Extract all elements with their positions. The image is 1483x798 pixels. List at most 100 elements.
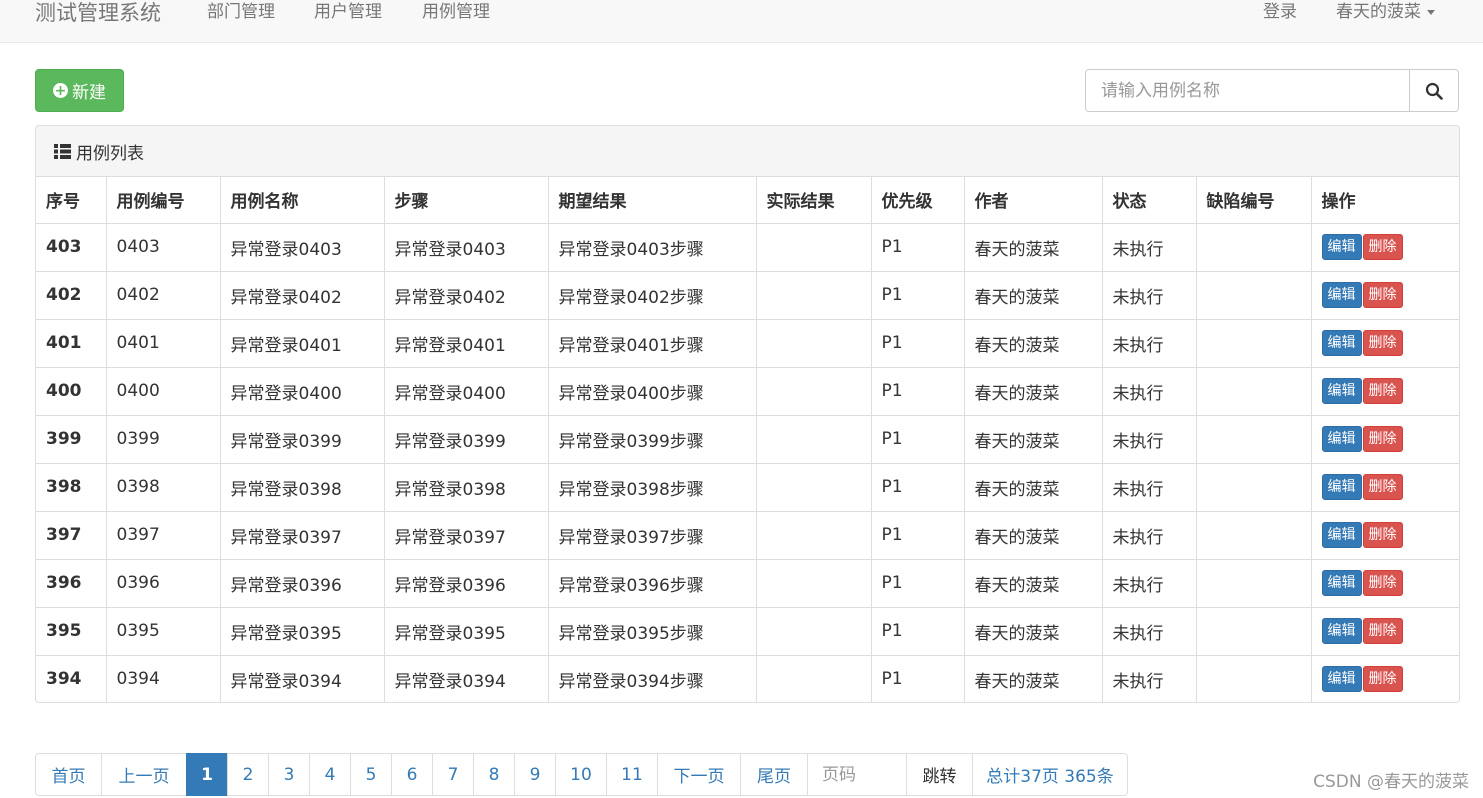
nav-login[interactable]: 登录	[1263, 0, 1297, 24]
cell-name: 异常登录0394	[220, 654, 385, 702]
cell-author: 春天的菠菜	[964, 414, 1103, 463]
cell-expected: 异常登录0398步骤	[548, 462, 757, 511]
col-header-bug[interactable]: 缺陷编号	[1196, 177, 1312, 224]
edit-button[interactable]: 编辑	[1321, 426, 1362, 452]
cell-actions: 编辑 删除	[1311, 510, 1459, 559]
col-header-index[interactable]: 序号	[36, 177, 107, 224]
col-header-actual[interactable]: 实际结果	[756, 177, 872, 224]
col-header-code[interactable]: 用例编号	[106, 177, 221, 224]
page-first[interactable]: 首页	[35, 753, 102, 796]
table-row: 399 0399 异常登录0399 异常登录0399 异常登录0399步骤 P1 春天的菠菜…	[36, 414, 1459, 463]
page-number-6[interactable]: 6	[391, 753, 433, 796]
cell-actions: 编辑 删除	[1311, 222, 1459, 271]
cell-priority: P1	[871, 606, 965, 655]
delete-button[interactable]: 删除	[1362, 570, 1403, 596]
cell-index: 394	[36, 654, 107, 702]
edit-button[interactable]: 编辑	[1321, 234, 1362, 260]
page-jump-button[interactable]: 跳转	[906, 753, 973, 796]
page-number-10[interactable]: 10	[555, 753, 607, 796]
edit-button[interactable]: 编辑	[1321, 378, 1362, 404]
page-number-9[interactable]: 9	[514, 753, 556, 796]
table-body: 403 0403 异常登录0403 异常登录0403 异常登录0403步骤 P1 春天的菠菜…	[36, 222, 1459, 702]
delete-button[interactable]: 删除	[1362, 618, 1403, 644]
brand-title[interactable]: 测试管理系统	[35, 0, 161, 28]
cell-priority: P1	[871, 222, 965, 271]
case-list-panel: 用例列表 序号 用例编号 用例名称 步骤 期望结果 实际结果 优先级 作者 状态…	[35, 125, 1460, 703]
search-input[interactable]	[1085, 69, 1410, 112]
cell-name: 异常登录0396	[220, 558, 385, 607]
cell-expected: 异常登录0394步骤	[548, 654, 757, 702]
page-last[interactable]: 尾页	[740, 753, 808, 796]
pagination: 首页 上一页 1234567891011 下一页 尾页 跳转 总计37页 365…	[35, 753, 1128, 796]
cell-expected: 异常登录0399步骤	[548, 414, 757, 463]
cell-actions: 编辑 删除	[1311, 558, 1459, 607]
cell-code: 0403	[106, 222, 221, 271]
page-number-7[interactable]: 7	[432, 753, 474, 796]
page-number-4[interactable]: 4	[309, 753, 351, 796]
table-row: 394 0394 异常登录0394 异常登录0394 异常登录0394步骤 P1 春天的菠菜…	[36, 654, 1459, 702]
edit-button[interactable]: 编辑	[1321, 570, 1362, 596]
cell-actions: 编辑 删除	[1311, 414, 1459, 463]
edit-button[interactable]: 编辑	[1321, 330, 1362, 356]
cell-author: 春天的菠菜	[964, 510, 1103, 559]
cell-index: 398	[36, 462, 107, 511]
cell-step: 异常登录0397	[384, 510, 549, 559]
cell-name: 异常登录0399	[220, 414, 385, 463]
edit-button[interactable]: 编辑	[1321, 666, 1362, 693]
search-button[interactable]	[1409, 69, 1459, 112]
cell-name: 异常登录0401	[220, 318, 385, 367]
nav-cases[interactable]: 用例管理	[422, 0, 490, 24]
edit-button[interactable]: 编辑	[1321, 474, 1362, 500]
cell-status: 未执行	[1102, 414, 1197, 463]
page-number-8[interactable]: 8	[473, 753, 515, 796]
cell-index: 395	[36, 606, 107, 655]
edit-button[interactable]: 编辑	[1321, 618, 1362, 644]
cell-index: 396	[36, 558, 107, 607]
cell-actual	[756, 558, 872, 607]
user-menu[interactable]: 春天的菠菜	[1336, 0, 1435, 24]
cell-status: 未执行	[1102, 318, 1197, 367]
page-number-5[interactable]: 5	[350, 753, 392, 796]
table-row: 403 0403 异常登录0403 异常登录0403 异常登录0403步骤 P1 春天的菠菜…	[36, 222, 1459, 271]
cell-author: 春天的菠菜	[964, 654, 1103, 702]
delete-button[interactable]: 删除	[1362, 522, 1403, 548]
cell-actions: 编辑 删除	[1311, 366, 1459, 415]
col-header-expected[interactable]: 期望结果	[548, 177, 757, 224]
page-number-1[interactable]: 1	[186, 753, 228, 796]
col-header-priority[interactable]: 优先级	[871, 177, 965, 224]
page-number-11[interactable]: 11	[606, 753, 658, 796]
delete-button[interactable]: 删除	[1362, 474, 1403, 500]
col-header-author[interactable]: 作者	[964, 177, 1103, 224]
cell-index: 403	[36, 222, 107, 271]
edit-button[interactable]: 编辑	[1321, 282, 1362, 308]
col-header-actions[interactable]: 操作	[1311, 177, 1459, 224]
delete-button[interactable]: 删除	[1362, 330, 1403, 356]
delete-button[interactable]: 删除	[1362, 666, 1403, 693]
cell-code: 0394	[106, 654, 221, 702]
nav-users[interactable]: 用户管理	[314, 0, 382, 24]
col-header-step[interactable]: 步骤	[384, 177, 549, 224]
page-next[interactable]: 下一页	[657, 753, 741, 796]
col-header-status[interactable]: 状态	[1102, 177, 1197, 224]
delete-button[interactable]: 删除	[1362, 378, 1403, 404]
page-prev[interactable]: 上一页	[101, 753, 187, 796]
cell-index: 399	[36, 414, 107, 463]
new-case-button[interactable]: + 新建	[35, 69, 124, 112]
cell-author: 春天的菠菜	[964, 222, 1103, 271]
delete-button[interactable]: 删除	[1362, 426, 1403, 452]
page-number-3[interactable]: 3	[268, 753, 310, 796]
cell-step: 异常登录0402	[384, 270, 549, 319]
delete-button[interactable]: 删除	[1362, 234, 1403, 260]
page-number-2[interactable]: 2	[227, 753, 269, 796]
delete-button[interactable]: 删除	[1362, 282, 1403, 308]
col-header-name[interactable]: 用例名称	[220, 177, 385, 224]
table-row: 401 0401 异常登录0401 异常登录0401 异常登录0401步骤 P1 春天的菠菜…	[36, 318, 1459, 367]
cell-status: 未执行	[1102, 270, 1197, 319]
cell-bug	[1196, 270, 1312, 319]
cell-actions: 编辑 删除	[1311, 462, 1459, 511]
page-number-input[interactable]	[807, 753, 907, 796]
edit-button[interactable]: 编辑	[1321, 522, 1362, 548]
page-total: 总计37页 365条	[972, 753, 1128, 796]
cell-actual	[756, 222, 872, 271]
nav-department[interactable]: 部门管理	[207, 0, 275, 24]
